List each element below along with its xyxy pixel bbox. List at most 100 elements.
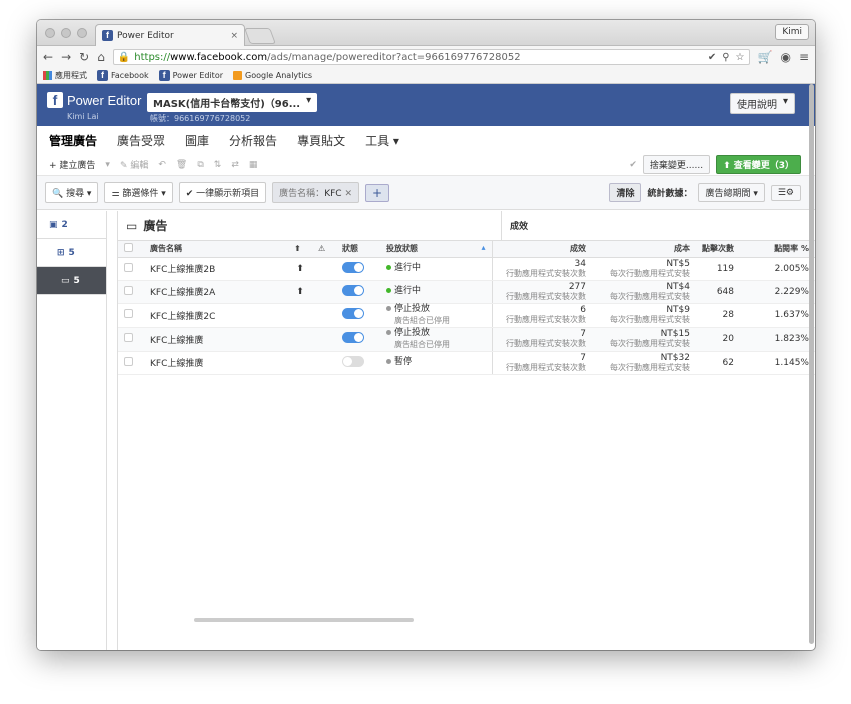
fb-logo[interactable]: f Power Editor [47,92,141,108]
ad-name[interactable]: KFC上線推廣 [144,327,288,352]
forward-icon[interactable]: → [61,50,71,64]
ad-name[interactable]: KFC上線推廣2B [144,257,288,281]
col-cost[interactable]: 成本 [592,241,696,258]
chevron-down-icon[interactable]: ▾ [105,160,110,170]
minimize-window-button[interactable] [61,28,71,38]
back-icon[interactable]: ← [43,50,53,64]
sidebar-item-campaigns[interactable]: ▣ 2 [37,211,106,239]
vertical-scrollbar[interactable] [809,84,814,644]
check-icon[interactable]: ✔ [708,52,716,63]
results-value: 6 [580,305,586,315]
delete-icon[interactable]: 🗑 [176,160,187,170]
ad-name[interactable]: KFC上線推廣 [144,351,288,375]
edit-button[interactable]: ✎ 編輯 [120,158,148,171]
search-dropdown[interactable]: 🔍 搜尋 ▾ [45,182,99,203]
ctr-value: 1.823% [740,327,815,352]
table-row[interactable]: KFC上線推廣2B ⬆ 進行中 34 行動應用程式安裝次數 NT$5 每次行動應用程式安裝 1… [118,257,815,281]
status-toggle[interactable] [342,332,364,343]
home-icon[interactable]: ⌂ [97,50,105,64]
create-ad-button[interactable]: + 建立廣告 [49,158,95,171]
filter-dropdown[interactable]: ⚌ 篩選條件 ▾ [104,182,173,203]
maximize-window-button[interactable] [77,28,87,38]
close-icon[interactable]: ✕ [344,189,352,199]
add-filter-button[interactable]: + [364,183,390,202]
undo-icon[interactable]: ↶ [158,160,166,170]
table-row[interactable]: KFC上線推廣 暫停 7 行動應用程式安裝次數 NT$32 每次行動應用程式安裝 62 1.1… [118,351,815,375]
bookmarks-bar: 應用程式 f Facebook f Power Editor Google Anal… [37,68,815,84]
results-sub: 行動應用程式安裝次數 [506,362,586,372]
export-icon[interactable]: ⇅ [214,160,222,170]
cost-value: NT$9 [666,305,690,315]
col-delivery[interactable]: 投放狀態 ▴ [380,241,493,258]
row-checkbox[interactable] [124,309,133,318]
browser-tab[interactable]: f Power Editor × [95,24,245,46]
select-all-checkbox[interactable] [124,243,133,253]
tab-image-library[interactable]: 圖庫 [185,132,209,154]
stats-period-select[interactable]: 廣告總期間 ▾ [698,183,765,202]
row-checkbox[interactable] [124,356,133,366]
status-toggle[interactable] [342,355,364,367]
chevron-down-icon: ▾ [306,95,312,106]
row-checkbox[interactable] [124,285,133,295]
row-checkbox[interactable] [124,333,133,342]
sidebar-item-ads[interactable]: ▭ 5 [37,267,106,295]
col-status[interactable]: 狀態 [336,241,380,258]
facebook-icon: f [102,30,113,41]
status-toggle[interactable] [342,284,364,296]
address-bar[interactable]: 🔒 https://www.facebook.com/ads/manage/po… [112,49,750,65]
status-toggle[interactable] [342,308,364,319]
table-row[interactable]: KFC上線推廣 停止投放 廣告組合已停用 7 行動應用程式安裝次數 NT$15 每次行動應用… [118,327,815,352]
results-value: 277 [568,281,586,292]
col-results[interactable]: 成效 [492,241,592,258]
new-tab-button[interactable] [244,28,276,44]
duplicate-icon[interactable]: ⧉ [197,160,203,170]
horizontal-scrollbar[interactable] [194,618,414,622]
table-row[interactable]: KFC上線推廣2A ⬆ 進行中 277 行動應用程式安裝次數 NT$4 每次行動應用程式安裝… [118,280,815,304]
cost-value: NT$5 [666,258,690,269]
extension-icons: 🛒 ◉ ≡ [758,50,810,64]
clear-button[interactable]: 清除 [609,183,642,202]
search-icon[interactable]: ⚲ [722,52,729,63]
import-icon[interactable]: ⇄ [231,160,239,170]
tab-close-icon[interactable]: × [230,31,238,41]
bookmark-google-analytics[interactable]: Google Analytics [233,71,312,80]
col-clicks[interactable]: 點擊次數 [696,241,740,258]
col-sort-icon[interactable]: ⬆ [288,241,312,258]
tab-page-posts[interactable]: 專頁貼文 [297,132,345,154]
col-ad-name[interactable]: 廣告名稱 [144,241,288,258]
col-ctr[interactable]: 點閱率 % [740,241,815,258]
col-warning-icon[interactable]: ⚠ [312,241,336,258]
row-checkbox[interactable] [124,262,133,272]
help-button[interactable]: 使用說明 ▾ [729,93,795,114]
camera-icon[interactable]: ◉ [780,50,790,64]
account-selector[interactable]: MASK(信用卡台幣支付)（96... ▾ [147,93,318,112]
tab-tools[interactable]: 工具 ▾ [365,132,399,154]
column-settings-icon[interactable]: ☰⚙ [770,184,801,201]
bookmark-facebook[interactable]: f Facebook [97,70,149,81]
sidebar-item-adsets[interactable]: ⊞ 5 [37,239,106,267]
always-show-new-toggle[interactable]: ✔ 一律顯示新項目 [178,182,267,203]
ad-name[interactable]: KFC上線推廣2C [144,303,288,328]
status-dot-icon [386,288,391,293]
results-value: 34 [574,258,586,269]
bookmark-apps[interactable]: 應用程式 [43,70,87,81]
menu-icon[interactable]: ≡ [799,50,809,64]
table-row[interactable]: KFC上線推廣2C 停止投放 廣告組合已停用 6 行動應用程式安裝次數 NT$9 每次行動應… [118,303,815,328]
profile-button[interactable]: Kimi [775,24,809,40]
review-changes-button[interactable]: ⬆ 查看變更（3） [716,155,801,174]
discard-changes-button[interactable]: 捨棄變更...... [642,155,711,174]
tab-audiences[interactable]: 廣告受眾 [117,132,165,154]
tab-manage-ads[interactable]: 管理廣告 [49,132,97,154]
tab-reports[interactable]: 分析報告 [229,132,277,154]
ctr-value: 2.005% [740,257,815,281]
cart-icon[interactable]: 🛒 [758,50,773,64]
bookmark-power-editor[interactable]: f Power Editor [158,70,223,81]
status-toggle[interactable] [342,261,364,273]
close-window-button[interactable] [45,28,55,38]
ad-name[interactable]: KFC上線推廣2A [144,280,288,304]
preview-icon[interactable]: ▦ [249,160,258,170]
apps-icon [43,71,52,80]
star-icon[interactable]: ☆ [736,52,745,63]
active-filter-chip[interactable]: 廣告名稱：KFC ✕ [272,182,359,203]
reload-icon[interactable]: ↻ [79,50,89,64]
